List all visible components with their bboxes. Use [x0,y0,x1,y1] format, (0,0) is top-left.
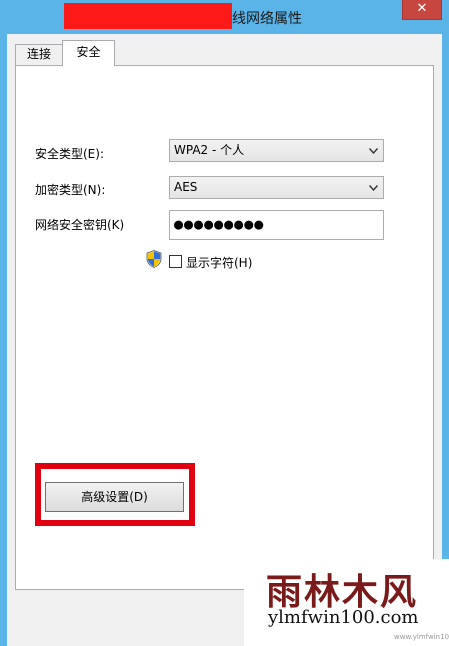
tab-security[interactable]: 安全 [62,40,115,66]
uac-shield-icon [146,250,162,268]
security-type-label: 安全类型(E): [35,147,104,161]
title-bar[interactable]: 线网络属性 ✕ [0,0,449,34]
watermark-logo: 雨林木风 ylmfwin100.com www.ylmfwin100.com [244,559,449,646]
dialog-client-area: 连接 安全 安全类型(E): WPA2 - 个人 加密类型(N): AES 网络… [7,34,442,646]
encryption-type-dropdown[interactable]: AES [169,176,384,199]
window-title: 线网络属性 [232,11,302,27]
close-button[interactable]: ✕ [402,0,442,20]
close-icon: ✕ [416,1,428,16]
chevron-down-icon [369,185,378,191]
show-characters-label[interactable]: 显示字符(H) [186,254,252,271]
watermark-url: ylmfwin100.com [268,607,419,628]
watermark-small-url: www.ylmfwin100.com [394,633,449,641]
tab-security-label: 安全 [76,45,101,59]
security-type-dropdown[interactable]: WPA2 - 个人 [169,139,384,162]
tab-connect[interactable]: 连接 [15,44,63,65]
advanced-settings-button[interactable]: 高级设置(D) [45,482,184,512]
chevron-down-icon [369,148,378,154]
tab-connect-label: 连接 [26,47,51,61]
network-properties-window: 线网络属性 ✕ 连接 安全 安全类型(E): WPA2 - 个人 加密类型(N)… [0,0,449,646]
show-characters-checkbox[interactable] [169,255,182,268]
network-key-label: 网络安全密钥(K) [35,218,125,232]
security-type-value: WPA2 - 个人 [174,143,245,157]
network-key-input[interactable]: ●●●●●●●●● [169,210,384,240]
encryption-type-value: AES [174,180,198,194]
security-tab-panel: 安全类型(E): WPA2 - 个人 加密类型(N): AES 网络安全密钥(K… [15,65,434,590]
encryption-type-label: 加密类型(N): [35,183,106,197]
redaction-block [64,3,232,29]
